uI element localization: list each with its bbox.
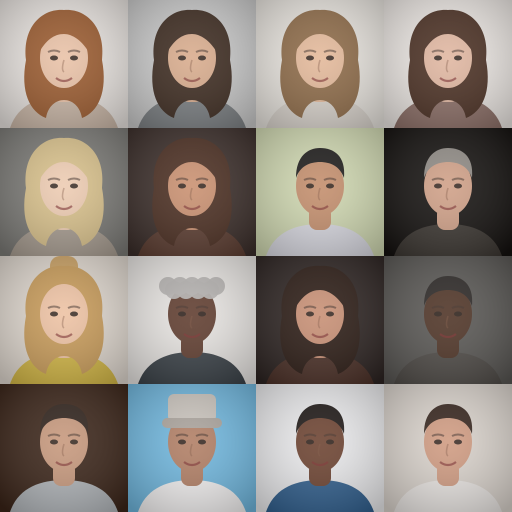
- face-tile-10: [128, 256, 256, 384]
- portrait-image: [384, 128, 512, 256]
- face-tile-3: [256, 0, 384, 128]
- face-tile-15: [256, 384, 384, 512]
- portrait-image: [384, 384, 512, 512]
- portrait-image: [384, 0, 512, 128]
- portrait-image: [256, 256, 384, 384]
- portrait-image: [256, 128, 384, 256]
- face-image-grid: [0, 0, 512, 512]
- portrait-image: [128, 384, 256, 512]
- face-tile-11: [256, 256, 384, 384]
- portrait-image: [0, 384, 128, 512]
- face-tile-14: [128, 384, 256, 512]
- portrait-image: [256, 0, 384, 128]
- face-tile-6: [128, 128, 256, 256]
- portrait-image: [0, 256, 128, 384]
- face-tile-1: [0, 0, 128, 128]
- portrait-image: [128, 128, 256, 256]
- face-tile-4: [384, 0, 512, 128]
- face-tile-16: [384, 384, 512, 512]
- face-tile-9: [0, 256, 128, 384]
- face-tile-12: [384, 256, 512, 384]
- portrait-image: [0, 0, 128, 128]
- portrait-image: [128, 256, 256, 384]
- portrait-image: [0, 128, 128, 256]
- face-tile-7: [256, 128, 384, 256]
- face-tile-8: [384, 128, 512, 256]
- portrait-image: [384, 256, 512, 384]
- face-tile-5: [0, 128, 128, 256]
- face-tile-13: [0, 384, 128, 512]
- face-tile-2: [128, 0, 256, 128]
- portrait-image: [128, 0, 256, 128]
- portrait-image: [256, 384, 384, 512]
